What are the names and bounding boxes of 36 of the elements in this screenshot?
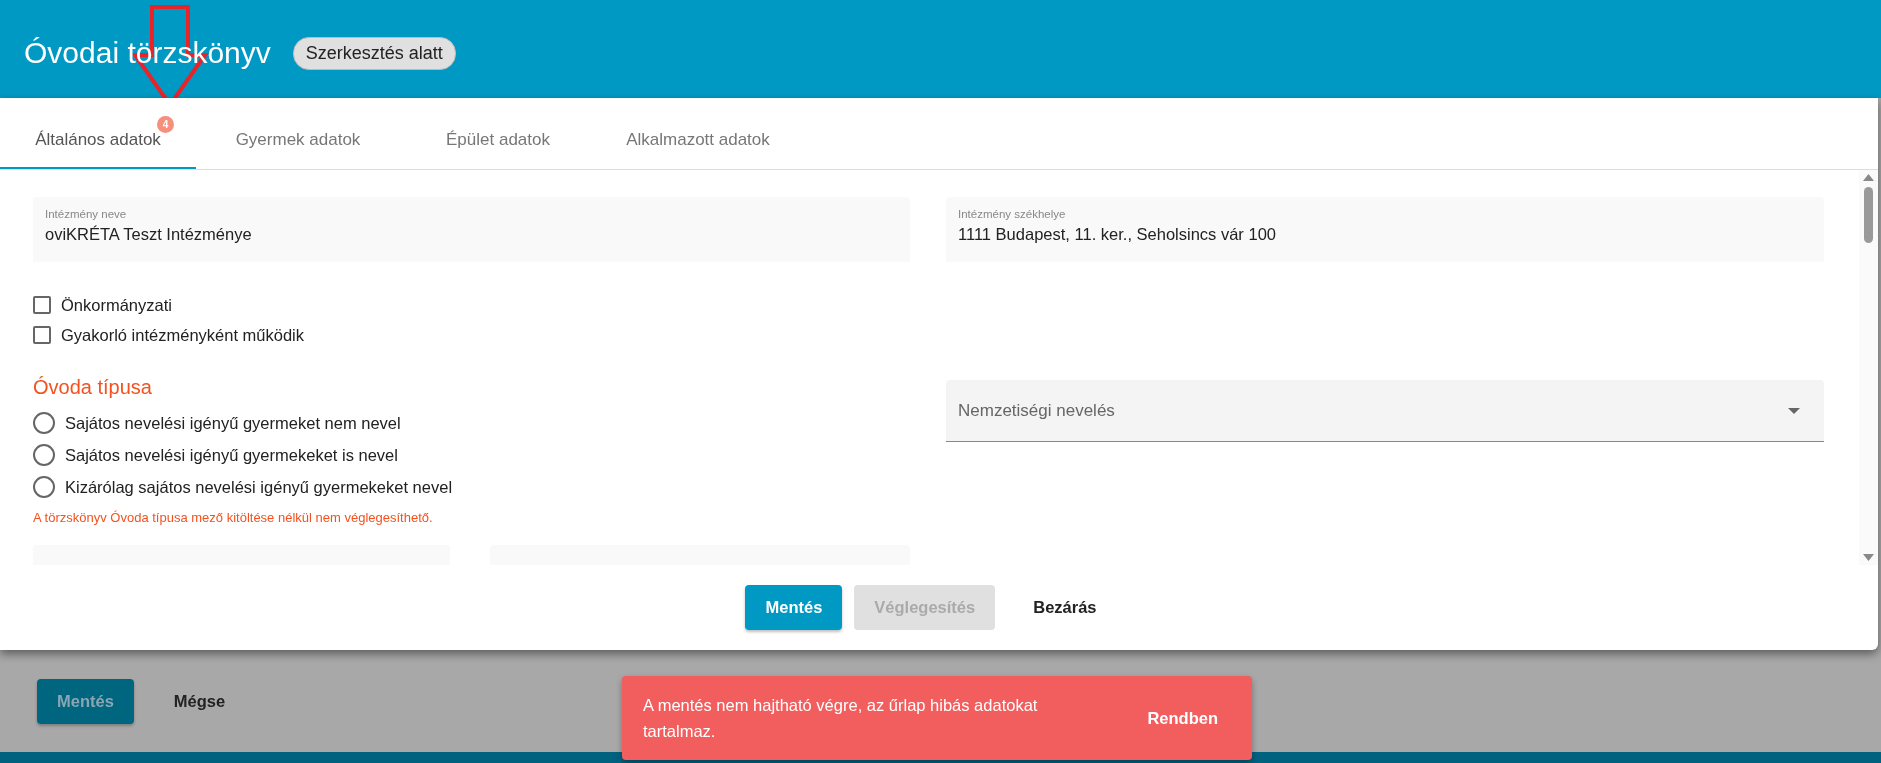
button[interactable]: Mentés [37,678,134,724]
error-text: A törzskönyv Óvoda típusa mező kitöltése nélkül nem véglegesíthető. [33,510,434,525]
count-badge: 4 [157,116,174,133]
scroll-down-icon[interactable] [1863,554,1874,561]
button[interactable]: Bezárás [1007,585,1123,630]
radio-button[interactable] [33,444,55,466]
dropdown-placeholder: Nemzetiségi nevelés [958,400,1115,421]
status-badge: Szerkesztés alatt [292,36,456,70]
button[interactable]: Mégse [147,678,252,724]
radio-label: Sajátos nevelési igényű gyermeket nem nevel [65,413,401,433]
checkbox[interactable] [33,296,51,314]
checkbox-label: Önkormányzati [61,295,172,315]
text-field[interactable]: Intézmény székhelye 1111 Budapest, 11. ker., Seholsincs vár 100 [946,197,1824,262]
radio-label: Sajátos nevelési igényű gyermekeket is nevel [65,445,398,465]
tab[interactable]: Épület adatok [400,98,596,169]
dropdown-field[interactable]: Nemzetiségi nevelés [946,380,1824,442]
tab[interactable]: Általános adatok 4 [0,98,196,169]
field-value: 1111 Budapest, 11. ker., Seholsincs vár 100 [958,225,1277,244]
text-field[interactable]: Intézmény neve oviKRÉTA Teszt Intézménye [33,197,910,262]
button[interactable]: Mentés [745,585,843,630]
field-value: oviKRÉTA Teszt Intézménye [45,225,253,244]
tab[interactable]: Alkalmazott adatok [600,98,796,169]
scrollbar-thumb[interactable] [1864,187,1873,243]
field-label: Intézmény székhelye [958,208,1067,220]
checkbox[interactable] [33,326,51,344]
field-label: Intézmény neve [45,208,128,220]
radio-label: Kizárólag sajátos nevelési igényű gyermekeket nevel [65,477,453,497]
radio-button[interactable] [33,476,55,498]
tab[interactable]: Gyermek adatok [200,98,396,169]
ok-button[interactable]: Rendben [1141,702,1224,734]
checkbox-label: Gyakorló intézményként működik [61,325,305,345]
section-title: Óvoda típusa [33,376,153,399]
caret-icon [1788,407,1800,414]
error-message: A mentés nem hajtható végre, az űrlap hibás adatokat tartalmaz. [643,695,1039,742]
scroll-up-icon[interactable] [1863,174,1874,181]
radio-button[interactable] [33,412,55,434]
